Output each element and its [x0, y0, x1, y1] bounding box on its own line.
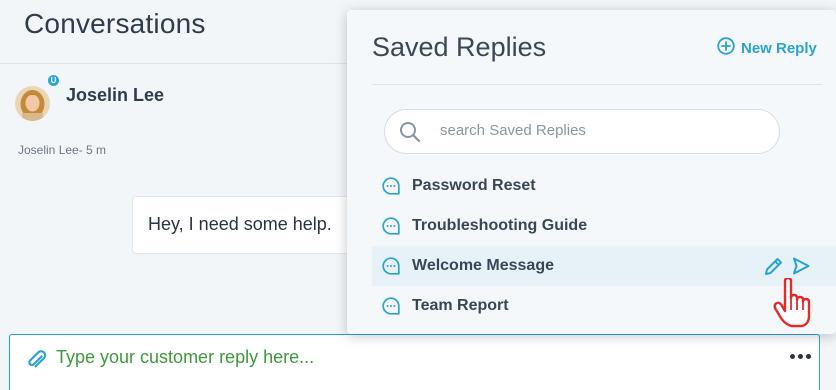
new-reply-label: New Reply	[741, 39, 817, 57]
new-reply-button[interactable]: New Reply	[717, 37, 817, 59]
reply-item-welcome-message[interactable]: Welcome Message	[372, 246, 836, 286]
reply-item-password-reset[interactable]: Password Reset	[372, 166, 836, 206]
reply-label: Welcome Message	[412, 257, 554, 274]
reply-label: Password Reset	[412, 177, 536, 194]
reply-item-troubleshooting-guide[interactable]: Troubleshooting Guide	[372, 206, 836, 246]
reply-label: Team Report	[412, 297, 509, 314]
chat-bubble-icon	[381, 216, 401, 236]
reply-input[interactable]	[56, 347, 756, 368]
saved-replies-popover: Saved Replies New Reply Password Res	[347, 10, 836, 334]
chat-bubble-icon	[381, 296, 401, 316]
search-icon	[398, 120, 422, 149]
hand-cursor-icon	[773, 276, 813, 333]
user-type-badge: U	[46, 73, 61, 88]
divider	[372, 84, 822, 85]
search-input[interactable]	[440, 122, 760, 139]
chat-bubble-icon	[381, 256, 401, 276]
reply-composer[interactable]	[9, 334, 820, 390]
chat-bubble-icon	[381, 176, 401, 196]
plus-circle-icon	[717, 37, 735, 59]
page-title: Conversations	[24, 8, 206, 39]
paperclip-icon[interactable]	[24, 348, 48, 377]
reply-item-team-report[interactable]: Team Report	[372, 286, 836, 326]
more-icon[interactable]	[788, 351, 812, 361]
popover-title: Saved Replies	[372, 32, 547, 62]
avatar[interactable]	[15, 86, 50, 121]
message-meta: Joselin Lee- 5 m	[18, 143, 107, 157]
contact-name: Joselin Lee	[66, 85, 165, 105]
search-box[interactable]	[384, 109, 780, 154]
reply-label: Troubleshooting Guide	[412, 217, 588, 234]
